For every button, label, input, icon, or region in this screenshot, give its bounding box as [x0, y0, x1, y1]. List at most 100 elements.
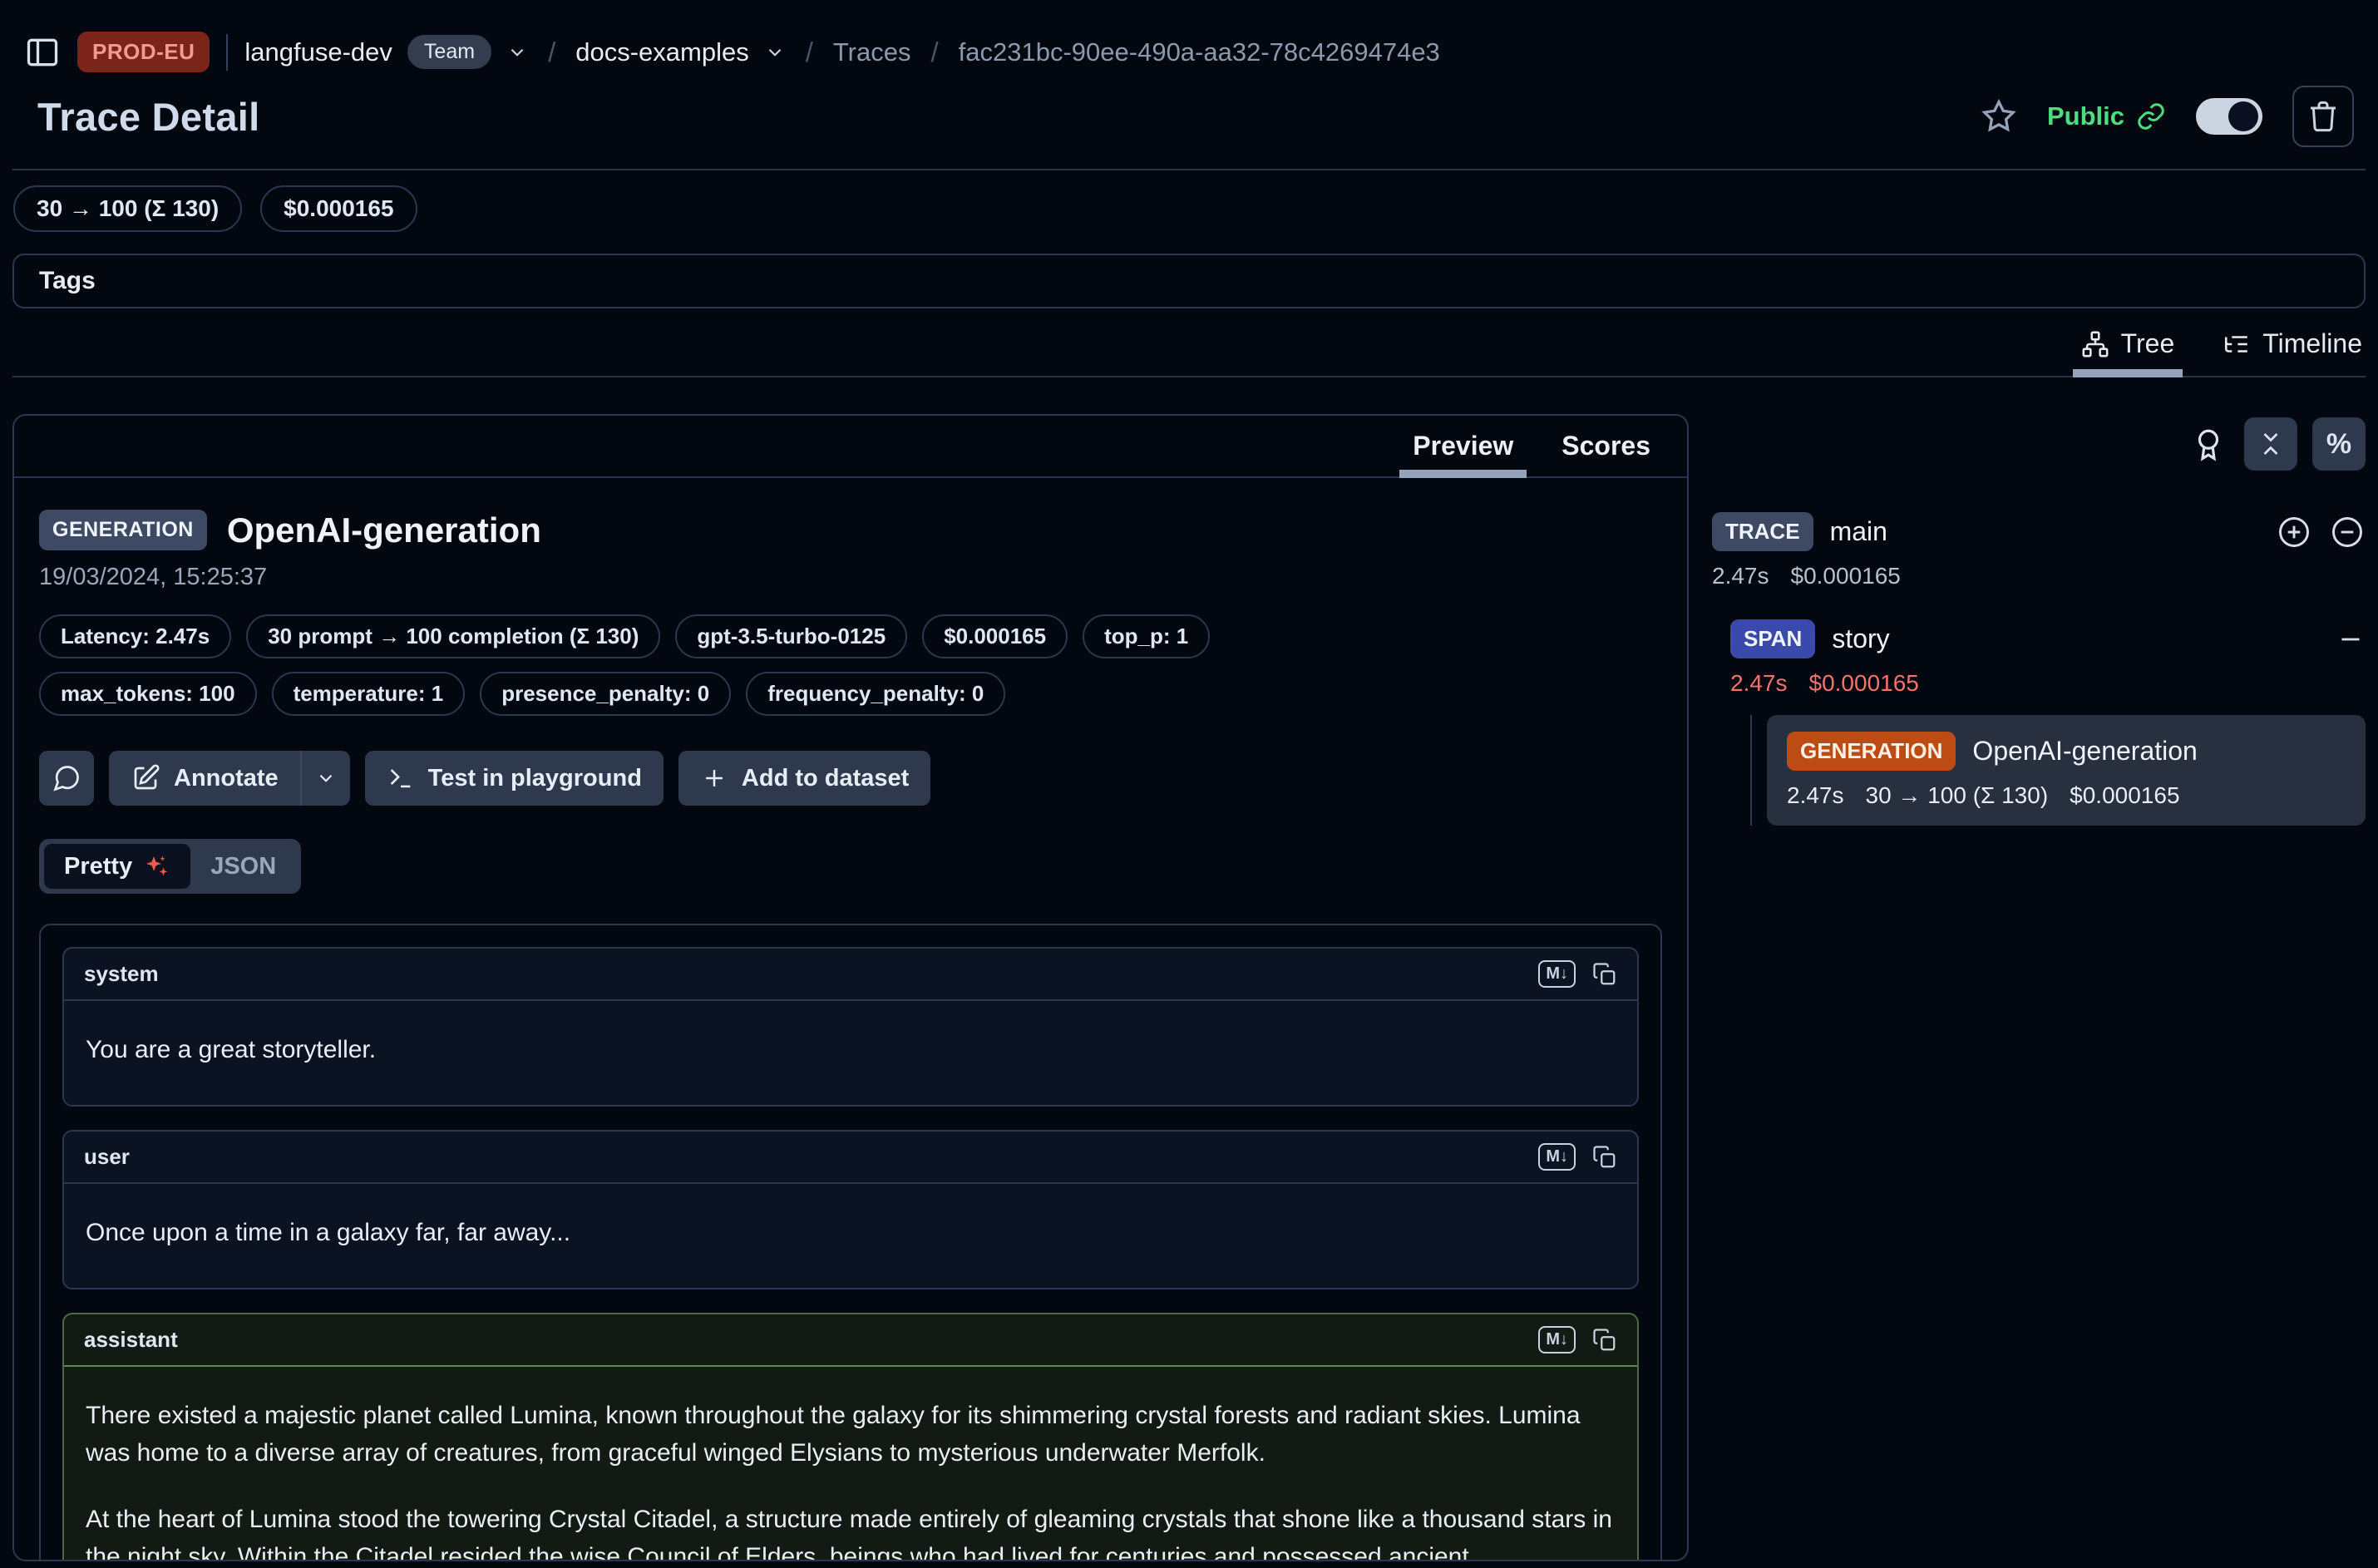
add-to-dataset-button[interactable]: Add to dataset [678, 751, 930, 806]
award-icon [2191, 427, 2226, 461]
panel-left-icon [24, 34, 61, 71]
add-to-dataset-label: Add to dataset [742, 765, 909, 792]
delete-trace-button[interactable] [2292, 86, 2354, 147]
tags-container[interactable]: Tags [12, 254, 2366, 308]
json-label: JSON [210, 853, 276, 880]
message-role-label: system [84, 961, 159, 987]
breadcrumb-separator: / [801, 37, 818, 68]
json-toggle[interactable]: JSON [190, 844, 296, 889]
generation-node-selected[interactable]: GENERATION OpenAI-generation 2.47s 30 → … [1767, 715, 2366, 826]
markdown-toggle-icon[interactable]: M↓ [1538, 1143, 1576, 1171]
top-p-badge: top_p: 1 [1083, 614, 1210, 658]
breadcrumb-trace-id: fac231bc-90ee-490a-aa32-78c4269474e3 [959, 37, 1440, 67]
span-collapse-button[interactable] [2336, 624, 2366, 654]
message-header: system M↓ [64, 949, 1637, 1001]
collapse-all-circle-button[interactable] [2329, 514, 2366, 550]
markdown-toggle-icon[interactable]: M↓ [1538, 960, 1576, 988]
circle-minus-icon [2329, 514, 2366, 550]
circle-plus-icon [2276, 514, 2312, 550]
format-toggle: Pretty JSON [39, 839, 301, 894]
observation-card: Preview Scores GENERATION OpenAI-generat… [12, 414, 1689, 1561]
sparkles-icon [142, 852, 170, 880]
span-node-label: SPAN story [1730, 619, 1890, 658]
copy-button[interactable] [1592, 962, 1617, 987]
terminal-icon [387, 764, 415, 792]
tab-timeline[interactable]: Timeline [2223, 328, 2362, 376]
title-actions: Public [1981, 86, 2354, 147]
message-header: user M↓ [64, 1132, 1637, 1184]
span-name: story [1832, 624, 1889, 654]
tree-panel-toolbar: % [1712, 417, 2366, 471]
tab-tree[interactable]: Tree [2081, 328, 2175, 376]
trace-node-controls [2276, 514, 2366, 550]
link-icon [2136, 101, 2166, 131]
public-label: Public [2047, 101, 2124, 131]
breadcrumb-separator: / [543, 37, 560, 68]
observation-badges: Latency: 2.47s 30 prompt → 100 completio… [39, 614, 1220, 716]
token-usage-badge: 30 → 100 (Σ 130) [13, 185, 242, 232]
annotate-button[interactable]: Annotate [109, 751, 300, 806]
observation-type-badge: GENERATION [39, 510, 207, 550]
plus-icon [700, 764, 728, 792]
span-metrics: 2.47s $0.000165 [1730, 670, 2366, 697]
trace-metrics: 2.47s $0.000165 [1712, 563, 2366, 589]
trace-node-label: TRACE main [1712, 512, 1887, 551]
copy-icon [1592, 962, 1617, 987]
trash-icon [2306, 100, 2340, 133]
sidebar-toggle-button[interactable] [24, 34, 61, 71]
message-header-icons: M↓ [1538, 1143, 1617, 1171]
span-children: GENERATION OpenAI-generation 2.47s 30 → … [1750, 715, 2366, 826]
message-header: assistant M↓ [64, 1314, 1637, 1367]
message-content: Once upon a time in a galaxy far, far aw… [64, 1184, 1637, 1288]
tab-tree-label: Tree [2121, 328, 2175, 359]
observation-title: OpenAI-generation [227, 510, 541, 550]
public-toggle[interactable] [2196, 98, 2262, 135]
generation-name: OpenAI-generation [1972, 736, 2197, 767]
generation-cost: $0.000165 [2070, 782, 2179, 809]
metrics-percent-button[interactable]: % [2312, 417, 2366, 471]
message-paragraph: There existed a majestic planet called L… [86, 1397, 1616, 1472]
message-paragraph: Once upon a time in a galaxy far, far aw… [86, 1214, 1616, 1251]
markdown-toggle-icon[interactable]: M↓ [1538, 1326, 1576, 1354]
latency-badge: Latency: 2.47s [39, 614, 231, 658]
annotate-dropdown-button[interactable] [302, 751, 350, 806]
bookmark-star-button[interactable] [1981, 98, 2017, 135]
chevron-down-icon[interactable] [764, 42, 786, 63]
copy-icon [1592, 1328, 1617, 1353]
scores-award-button[interactable] [2188, 427, 2229, 461]
trace-name: main [1830, 516, 1887, 547]
span-node-block: SPAN story 2.47s $0.000165 GENERATION [1730, 619, 2366, 826]
breadcrumb-section[interactable]: Traces [833, 37, 911, 67]
pen-square-icon [131, 763, 160, 793]
tab-preview[interactable]: Preview [1413, 431, 1513, 476]
messages-container: system M↓ You are a great storyteller. [39, 924, 1662, 1561]
pretty-toggle[interactable]: Pretty [44, 844, 190, 889]
copy-icon [1592, 1145, 1617, 1170]
observation-body: GENERATION OpenAI-generation 19/03/2024,… [14, 478, 1687, 1561]
chevron-down-icon[interactable] [506, 42, 528, 63]
comment-button[interactable] [39, 751, 94, 806]
message-role-label: user [84, 1144, 130, 1170]
trace-latency: 2.47s [1712, 563, 1769, 589]
org-plan-badge: Team [407, 35, 491, 69]
page-title: Trace Detail [37, 94, 259, 140]
trace-node[interactable]: TRACE main [1712, 512, 2366, 551]
pretty-label: Pretty [64, 853, 132, 880]
trace-summary-row: 30 → 100 (Σ 130) $0.000165 [12, 185, 2366, 232]
token-usage-badge: 30 prompt → 100 completion (Σ 130) [246, 614, 660, 658]
test-in-playground-button[interactable]: Test in playground [365, 751, 664, 806]
breadcrumb-project[interactable]: docs-examples [575, 37, 748, 67]
collapse-all-button[interactable] [2244, 417, 2297, 471]
star-icon [1981, 98, 2017, 135]
span-node[interactable]: SPAN story [1730, 619, 2366, 658]
copy-button[interactable] [1592, 1145, 1617, 1170]
fold-vertical-icon [2256, 429, 2286, 459]
tab-scores[interactable]: Scores [1561, 431, 1650, 476]
breadcrumb-org[interactable]: langfuse-dev [244, 37, 392, 67]
expand-all-button[interactable] [2276, 514, 2312, 550]
copy-button[interactable] [1592, 1328, 1617, 1353]
public-share-link[interactable]: Public [2047, 101, 2166, 131]
span-cost: $0.000165 [1809, 670, 1919, 697]
message-content: You are a great storyteller. [64, 1001, 1637, 1105]
comment-icon [52, 763, 81, 793]
